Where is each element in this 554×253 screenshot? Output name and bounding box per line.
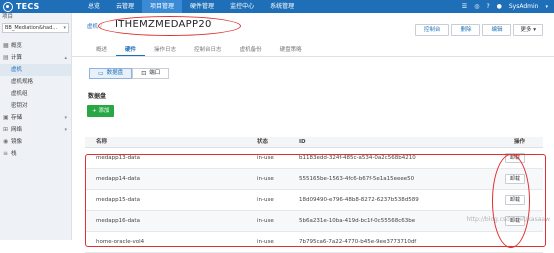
sidebar-item-network[interactable]: ⊞ 网络 ▾ [0,124,71,136]
subtab-label: 数据盘 [106,70,124,76]
stack-icon: ≡ [3,150,9,157]
chevron-down-icon: ▾ [63,25,66,31]
more-button[interactable]: 更多 ▾ [513,24,543,36]
tab-console-log[interactable]: 控制台日志 [185,45,231,56]
sidebar-item-label: 存储 [11,115,23,121]
sidebar: 项目 BB_Mediation&had... ▾ ▦ 概览 ▤ 计算 ▴ 虚机 … [0,13,72,240]
project-select-value: BB_Mediation&had... [5,25,58,31]
detail-tabs: 概述 硬件 操作日志 控制台日志 虚机备份 硬盘策略 [72,45,554,57]
logo-icon [3,1,13,12]
chevron-down-icon: ▾ [64,115,67,121]
chevron-down-icon: ▾ [533,27,536,33]
tab-hardware[interactable]: 硬件 [116,45,146,56]
sidebar-item-label: 网络 [11,127,23,133]
tab-operation-log[interactable]: 操作日志 [145,45,185,56]
list-icon[interactable]: ☰ [462,3,467,10]
tab-vm-backup[interactable]: 虚机备份 [231,45,271,56]
nav-item-monitor[interactable]: 监控中心 [222,0,262,13]
sidebar-item-label: 计算 [11,55,23,61]
subtab-label: 端口 [149,70,161,76]
compute-icon: ▤ [3,54,9,61]
subtab-data-disk[interactable]: ▭ 数据盘 [89,68,133,79]
annotation-ellipse-title [98,16,241,36]
sidebar-item-overview[interactable]: ▦ 概览 [0,40,71,52]
nav-item-project[interactable]: 项目管理 [142,0,183,13]
more-button-label: 更多 [520,27,532,33]
sidebar-title: 项目 [2,14,14,20]
column-header-action: 操作 [513,139,525,145]
storage-icon: ▣ [3,114,9,121]
edit-button[interactable]: 编辑 [482,24,512,36]
column-header-status[interactable]: 状态 [257,137,299,147]
nav-item-system[interactable]: 系统管理 [262,0,302,13]
globe-icon[interactable]: ◎ [474,3,479,10]
network-icon: ⊞ [3,126,9,133]
sidebar-item-label: 概览 [11,43,23,49]
port-icon: ⊡ [141,70,147,77]
app-logo[interactable]: TECS [0,0,80,13]
hardware-subtabs: ▭ 数据盘 ⊡ 端口 [89,68,170,79]
section-title: 数据盘 [88,93,107,100]
console-button[interactable]: 控制台 [414,24,450,36]
sidebar-item-label: 镜像 [11,139,23,145]
nav-item-overview[interactable]: 总览 [80,0,108,13]
sidebar-item-vm[interactable]: 虚机 [0,64,71,76]
sidebar-item-label: 栈 [11,151,17,157]
user-icon[interactable]: ● [497,3,502,10]
watermark: http://blog.csdn.net/kasaaw [466,216,551,223]
column-header-name[interactable]: 名称 [85,137,257,147]
table-header: 名称 状态 ID 操作 [85,137,543,148]
sidebar-item-compute[interactable]: ▤ 计算 ▴ [0,52,71,64]
sidebar-item-stack[interactable]: ≡ 栈 [0,148,71,160]
sidebar-item-vm-group[interactable]: 虚机组 [0,88,71,100]
column-header-id[interactable]: ID [299,137,479,147]
chevron-down-icon[interactable]: ▾ [545,4,548,10]
tab-overview[interactable]: 概述 [87,45,116,56]
delete-button[interactable]: 删除 [451,24,481,36]
logo-text: TECS [16,2,40,11]
top-right-tools: ☰ ◎ ? ● SysAdmin ▾ [462,0,548,13]
breadcrumb-link[interactable]: 虚机 [87,24,98,30]
annotation-ellipse-actions [492,154,530,248]
main-content: 虚机 / ITHEMZMEDAPP20 控制台 删除 编辑 更多 ▾ 概述 硬件 … [72,13,554,253]
sidebar-item-vm-flavor[interactable]: 虚机规格 [0,76,71,88]
image-icon: ◉ [3,138,9,145]
sidebar-item-keypair[interactable]: 密钥对 [0,100,71,112]
top-navigation-bar: TECS 总览 云管理 项目管理 硬件管理 监控中心 系统管理 ☰ ◎ ? ● … [0,0,554,13]
grid-icon: ▦ [3,42,9,49]
nav-item-hardware[interactable]: 硬件管理 [182,0,222,13]
main-nav: 总览 云管理 项目管理 硬件管理 监控中心 系统管理 [80,0,302,13]
page-header: 虚机 / ITHEMZMEDAPP20 控制台 删除 编辑 更多 ▾ [72,13,554,39]
subtab-port[interactable]: ⊡ 端口 [132,68,170,79]
chevron-down-icon: ▾ [64,127,67,133]
tab-disk-policy[interactable]: 硬盘策略 [271,45,311,56]
project-select[interactable]: BB_Mediation&had... ▾ [2,23,69,33]
chevron-up-icon: ▴ [64,55,67,61]
add-disk-button[interactable]: + 添加 [87,105,115,117]
annotation-rectangle-rows [85,154,546,247]
sidebar-item-image[interactable]: ◉ 镜像 [0,136,71,148]
sidebar-item-storage[interactable]: ▣ 存储 ▾ [0,112,71,124]
disk-icon: ▭ [98,70,104,77]
nav-item-cloud[interactable]: 云管理 [108,0,142,13]
username[interactable]: SysAdmin [509,3,539,10]
header-actions: 控制台 删除 编辑 更多 ▾ [414,24,543,36]
help-icon[interactable]: ? [486,3,489,10]
